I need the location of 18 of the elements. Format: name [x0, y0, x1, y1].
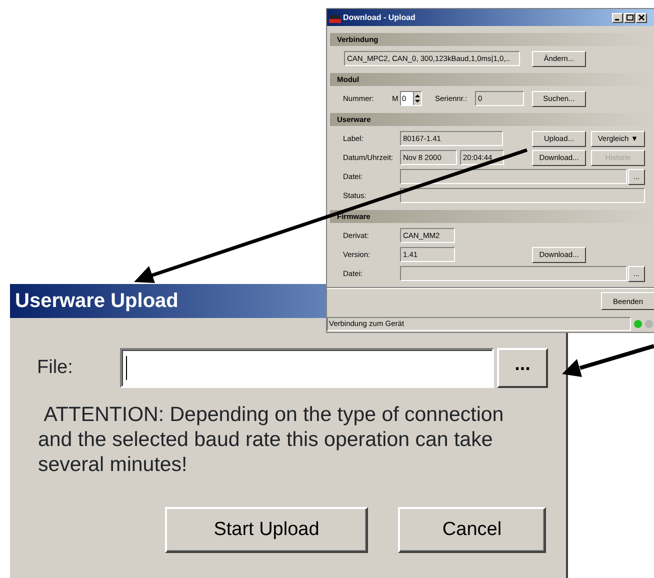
maximize-button[interactable]	[624, 12, 635, 22]
close-icon	[638, 14, 646, 21]
warning-message: ATTENTION: Depending on the type of connection and the selected baud rate this operation can take several minutes!	[38, 402, 505, 477]
close-button[interactable]	[636, 12, 647, 22]
cancel-button[interactable]: Cancel	[398, 507, 546, 553]
app-icon	[329, 12, 341, 24]
text-field[interactable]	[400, 266, 627, 281]
maximize-icon	[626, 14, 634, 21]
minimize-button[interactable]	[612, 12, 623, 22]
window-title: Download - Upload	[343, 12, 416, 24]
spinner-arrows-icon[interactable]	[413, 92, 421, 105]
text-cursor	[126, 356, 127, 380]
text-field[interactable]	[400, 169, 627, 184]
field-label: File:	[37, 356, 74, 380]
file-input-field[interactable]	[120, 348, 494, 388]
browse-button[interactable]: ...	[497, 348, 548, 388]
start-upload-button[interactable]: Start Upload	[165, 507, 368, 553]
text-field[interactable]	[400, 188, 645, 203]
